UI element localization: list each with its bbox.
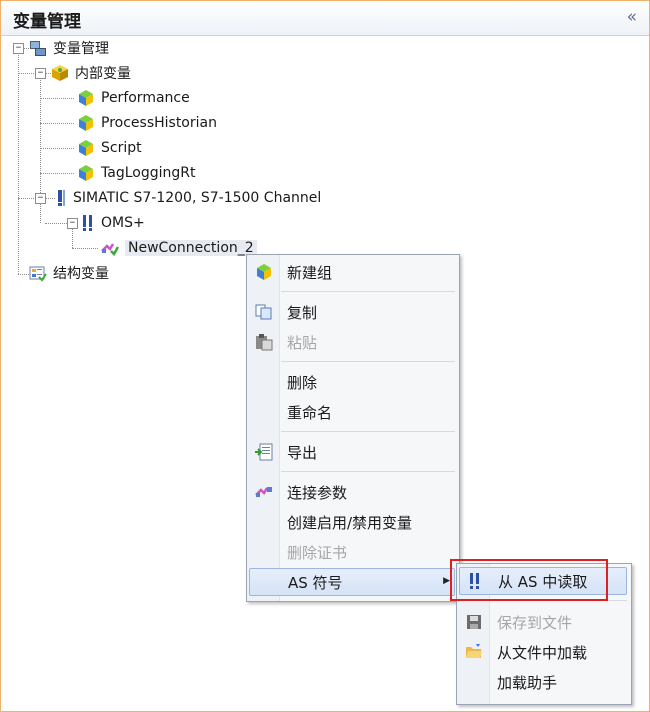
tag-group-cube-icon	[79, 165, 93, 181]
open-folder-icon	[466, 644, 482, 658]
collapse-channel-toggle[interactable]: −	[35, 193, 46, 204]
menu-label-create-enable-disable: 创建启用/禁用变量	[287, 514, 413, 532]
new-group-icon	[257, 264, 271, 280]
connection-params-icon	[255, 487, 272, 497]
menu-item-export[interactable]: 导出	[249, 438, 455, 466]
menu-label-paste: 粘贴	[287, 334, 318, 352]
menu-item-new-group[interactable]: 新建组	[249, 258, 455, 286]
tree-label-performance: Performance	[101, 90, 190, 106]
menu-label-load-assistant: 加载助手	[497, 674, 558, 692]
menu-separator	[281, 471, 455, 472]
tree-node-struct[interactable]: 结构变量	[29, 262, 109, 284]
collapse-oms-toggle[interactable]: −	[67, 218, 78, 229]
export-icon	[255, 443, 273, 461]
collapse-root-toggle[interactable]: −	[13, 43, 24, 54]
channel-icon	[58, 190, 65, 206]
context-menu: 新建组 复制 粘贴 删除 重命名 导出 连接参数 创建启用/禁用变量 删除证书 …	[246, 254, 460, 602]
tree-label-root: 变量管理	[53, 41, 109, 57]
menu-item-rename[interactable]: 重命名	[249, 398, 455, 426]
submenu-arrow-icon: ▶	[443, 576, 450, 586]
menu-separator	[281, 361, 455, 362]
collapse-panel-icon[interactable]: «	[627, 7, 637, 27]
menu-item-paste[interactable]: 粘贴	[249, 328, 455, 356]
tree-label-channel: SIMATIC S7-1200, S7-1500 Channel	[73, 190, 322, 206]
struct-tag-icon	[29, 266, 47, 282]
menu-label-rename: 重命名	[287, 404, 333, 422]
copy-icon	[255, 304, 272, 320]
tree-node-root[interactable]: 变量管理	[29, 37, 109, 59]
menu-item-as-symbol[interactable]: AS 符号 ▶	[249, 568, 455, 596]
menu-label-new-group: 新建组	[287, 264, 333, 282]
tree-node-tagloggingrt[interactable]: TagLoggingRt	[77, 162, 195, 184]
menu-label-export: 导出	[287, 444, 318, 462]
menu-label-as-symbol: AS 符号	[288, 574, 343, 592]
connection-icon	[101, 243, 119, 257]
menu-separator	[281, 431, 455, 432]
menu-label-copy: 复制	[287, 304, 318, 322]
tag-group-cube-icon	[79, 90, 93, 106]
highlight-annotation	[450, 559, 608, 601]
menu-label-load-from-file: 从文件中加载	[497, 644, 588, 662]
tree-node-performance[interactable]: Performance	[77, 87, 190, 109]
panel-title: 变量管理	[13, 12, 81, 32]
tree-node-internal[interactable]: 内部变量	[51, 62, 131, 84]
menu-label-connection-params: 连接参数	[287, 484, 348, 502]
paste-icon	[256, 334, 273, 351]
tree-node-connection[interactable]: NewConnection_2	[101, 237, 257, 259]
save-icon	[467, 615, 481, 629]
tag-group-cube-icon	[79, 140, 93, 156]
menu-item-connection-params[interactable]: 连接参数	[249, 478, 455, 506]
tree-label-internal: 内部变量	[75, 66, 131, 82]
tree-label-oms: OMS+	[101, 215, 145, 231]
menu-item-create-enable-disable[interactable]: 创建启用/禁用变量	[249, 508, 455, 536]
menu-item-copy[interactable]: 复制	[249, 298, 455, 326]
tag-management-icon	[30, 41, 46, 56]
tree-node-script[interactable]: Script	[77, 137, 142, 159]
tag-group-cube-icon	[79, 115, 93, 131]
panel-header: 变量管理 «	[1, 1, 649, 36]
tree-label-struct: 结构变量	[53, 266, 109, 282]
menu-item-load-assistant[interactable]: 加载助手	[459, 668, 625, 696]
unit-icon	[83, 215, 92, 231]
tree-node-oms[interactable]: OMS+	[81, 212, 145, 234]
menu-item-save-to-file[interactable]: 保存到文件	[459, 608, 625, 636]
tree-label-script: Script	[101, 140, 142, 156]
menu-item-delete[interactable]: 删除	[249, 368, 455, 396]
tree-label-processhistorian: ProcessHistorian	[101, 115, 217, 131]
tag-group-icon	[52, 65, 68, 81]
menu-label-delete-cert: 删除证书	[287, 544, 348, 562]
tree-label-tagloggingrt: TagLoggingRt	[101, 165, 196, 181]
menu-item-delete-cert[interactable]: 删除证书	[249, 538, 455, 566]
menu-item-load-from-file[interactable]: 从文件中加载	[459, 638, 625, 666]
tree-node-processhistorian[interactable]: ProcessHistorian	[77, 112, 217, 134]
menu-label-delete: 删除	[287, 374, 318, 392]
menu-label-save-to-file: 保存到文件	[497, 614, 573, 632]
collapse-internal-toggle[interactable]: −	[35, 68, 46, 79]
tree-label-connection: NewConnection_2	[125, 240, 257, 256]
menu-separator	[281, 291, 455, 292]
tree-node-channel[interactable]: SIMATIC S7-1200, S7-1500 Channel	[55, 187, 321, 209]
